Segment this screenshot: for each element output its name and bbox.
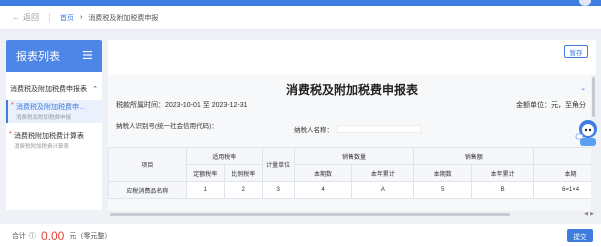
sidebar-header: 报表列表: [6, 40, 102, 72]
total-label: 合计: [12, 232, 26, 240]
header-qty-ytd: 本年累计: [351, 164, 415, 182]
taxpayer-name: 纳税人名称：: [294, 124, 421, 134]
sidebar-item-sub: 消费税及附加税费申报: [16, 115, 72, 121]
assistant-mascot-icon[interactable]: [574, 118, 600, 148]
code-cell: 6=1×4: [533, 181, 596, 199]
scroll-thumb[interactable]: [110, 213, 510, 216]
sidebar-item-sub: 消费税附加税费计算表: [14, 144, 70, 150]
back-label: 返回: [23, 13, 39, 22]
total-amount-text: 元（零元整）: [69, 232, 112, 240]
header-amount: 销售额: [413, 147, 535, 165]
chevron-down-icon[interactable]: ⌄: [580, 84, 586, 92]
taxpayer-name-value: [337, 125, 421, 133]
header-extra-period: 本期: [533, 164, 596, 182]
sidebar-item-main-report[interactable]: * 消费税及附加税费申… 消费税及附加税费申报: [6, 100, 102, 123]
report-list-sidebar: 报表列表 消费税及附加税费申报表 ⌃ * 消费税及附加税费申… 消费税及附加税费…: [6, 40, 102, 210]
sidebar-group-label: 消费税及附加税费申报表: [10, 86, 87, 93]
divider: [49, 13, 50, 22]
menu-lines-icon[interactable]: [83, 50, 92, 62]
header-amt-period: 本期数: [413, 164, 473, 182]
header-project: 项目: [108, 147, 187, 182]
scroll-right-icon[interactable]: ▶: [590, 211, 594, 217]
scroll-left-icon[interactable]: ◀: [584, 211, 588, 217]
sidebar-title: 报表列表: [16, 51, 60, 63]
back-arrow-icon: ←: [12, 13, 20, 22]
info-icon[interactable]: ⓘ: [29, 231, 36, 241]
required-mark: *: [11, 102, 14, 109]
breadcrumb-current: 消费税及附加税费申报: [88, 14, 159, 22]
back-button[interactable]: ← 返回: [12, 12, 39, 23]
sidebar-item-label: 消费税及附加税费申…: [16, 104, 86, 111]
footer-bar: 合计 ⓘ 0.00 元（零元整） 提交: [0, 224, 601, 247]
horizontal-scrollbar[interactable]: ◀ ▶: [108, 211, 596, 218]
scroll-thumb[interactable]: [592, 77, 595, 117]
header-item-name: 应税消费品名称: [108, 181, 187, 199]
form-title: 消费税及附加税费申报表: [285, 83, 418, 97]
sidebar-item-calc-table[interactable]: * 消费税附加税费计算表 消费税附加税费计算表: [6, 129, 102, 152]
breadcrumb-bar: ← 返回 首页 › 消费税及附加税费申报: [0, 6, 601, 30]
code-cell: 4: [293, 181, 353, 199]
header-qty: 销售数量: [293, 147, 415, 165]
tax-table: 项目 适用税率 计量单位 销售数量 销售额 定额税率 比例税率 本期数 本年累计…: [108, 147, 596, 199]
total-amount: 0.00: [41, 228, 65, 243]
breadcrumb-home[interactable]: 首页: [60, 13, 74, 23]
code-cell: B: [471, 181, 535, 199]
header-rate: 适用税率: [185, 147, 263, 165]
tax-period: 税款所属时间：2023-10-01 至 2023-12-31: [116, 102, 248, 109]
sidebar-item-label: 消费税附加税费计算表: [14, 133, 84, 140]
code-cell: 3: [261, 181, 295, 199]
header-qty-period: 本期数: [293, 164, 353, 182]
code-cell: 2: [223, 181, 263, 199]
header-amt-ytd: 本年累计: [471, 164, 535, 182]
main-panel: 暂存 消费税及附加税费申报表 ⌄ 税款所属时间：2023-10-01 至 202…: [108, 40, 596, 218]
code-cell: 5: [413, 181, 473, 199]
header-extra: [533, 147, 596, 165]
form-area: 消费税及附加税费申报表 ⌄ 税款所属时间：2023-10-01 至 2023-1…: [108, 75, 596, 218]
required-mark: *: [9, 131, 12, 138]
header-ratio-rate: 比例税率: [223, 164, 263, 182]
header-unit: 计量单位: [261, 147, 295, 182]
sidebar-group[interactable]: 消费税及附加税费申报表 ⌃: [6, 84, 102, 94]
breadcrumb-separator: ›: [80, 14, 83, 21]
taxpayer-id-label: 纳税人识别号(统一社会信用代码)：: [116, 123, 218, 130]
code-cell: A: [351, 181, 415, 199]
header-fixed-rate: 定额税率: [185, 164, 225, 182]
amount-unit: 金额单位：元，至角分: [516, 102, 586, 109]
chevron-up-icon: ⌃: [92, 86, 98, 93]
save-draft-button[interactable]: 暂存: [564, 45, 588, 58]
submit-button[interactable]: 提交: [567, 229, 593, 242]
taxpayer-name-label: 纳税人名称：: [294, 127, 333, 134]
code-cell: 1: [185, 181, 225, 199]
